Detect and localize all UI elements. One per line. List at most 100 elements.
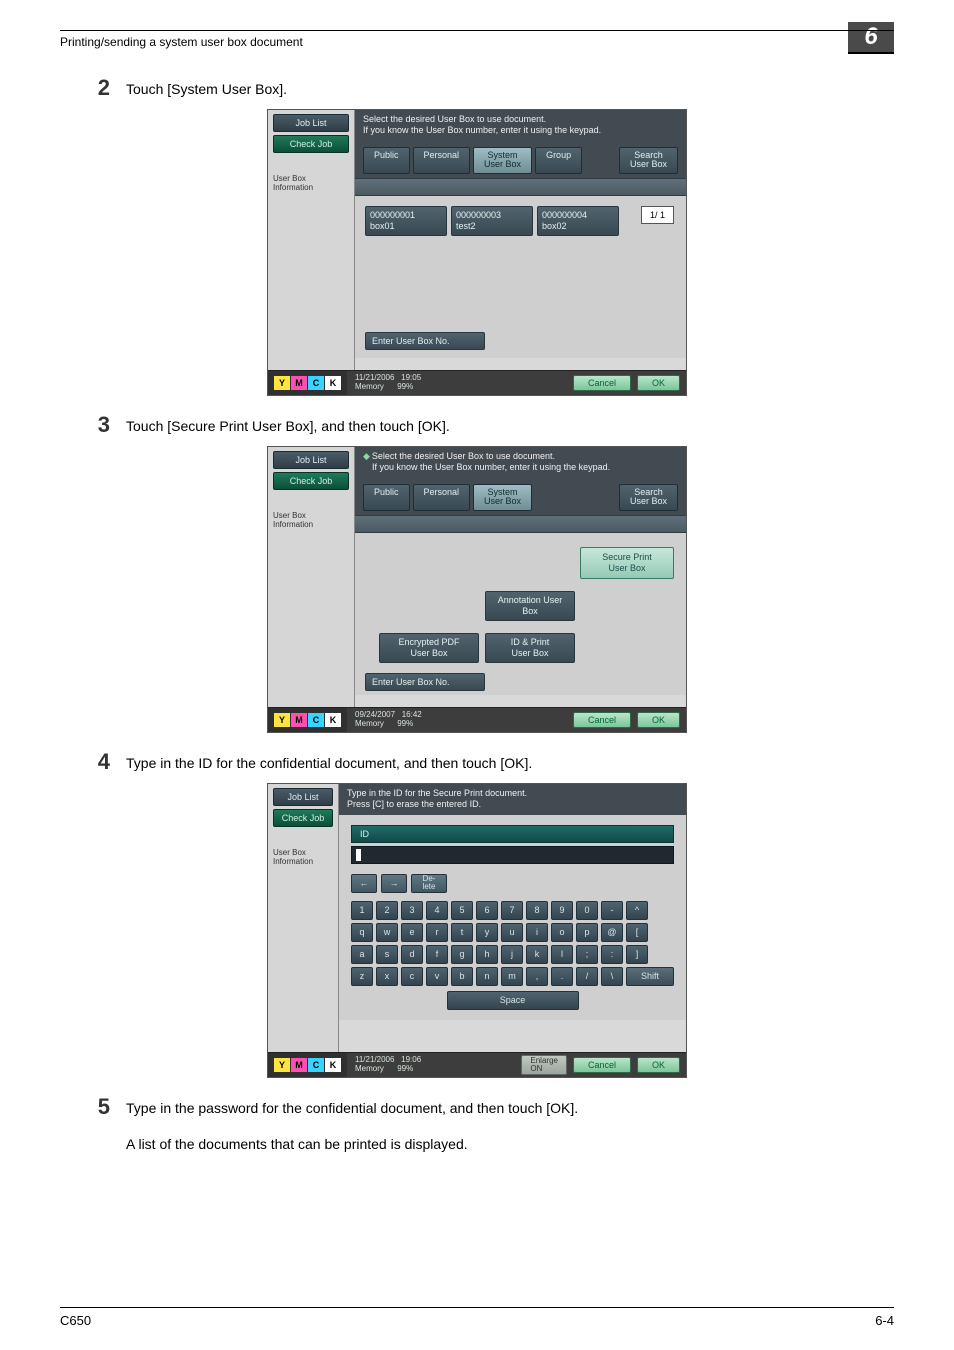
cancel-button[interactable]: Cancel bbox=[573, 1057, 631, 1073]
key-s[interactable]: s bbox=[376, 945, 398, 964]
key-;[interactable]: ; bbox=[576, 945, 598, 964]
key-space[interactable]: Space bbox=[447, 991, 579, 1010]
job-list-button[interactable]: Job List bbox=[273, 788, 333, 806]
key-0[interactable]: 0 bbox=[576, 901, 598, 920]
key-8[interactable]: 8 bbox=[526, 901, 548, 920]
key-n[interactable]: n bbox=[476, 967, 498, 986]
key-5[interactable]: 5 bbox=[451, 901, 473, 920]
key-2[interactable]: 2 bbox=[376, 901, 398, 920]
tab-system[interactable]: System User Box bbox=[473, 484, 532, 512]
key-,[interactable]: , bbox=[526, 967, 548, 986]
key-p[interactable]: p bbox=[576, 923, 598, 942]
tab-public[interactable]: Public bbox=[363, 147, 410, 175]
key-right-arrow[interactable]: → bbox=[381, 874, 407, 893]
shot2-instr1: Select the desired User Box to use docum… bbox=[372, 451, 555, 461]
key-6[interactable]: 6 bbox=[476, 901, 498, 920]
annotation-box[interactable]: Annotation User Box bbox=[485, 591, 575, 621]
key-y[interactable]: y bbox=[476, 923, 498, 942]
key-q[interactable]: q bbox=[351, 923, 373, 942]
footer-right: 6-4 bbox=[875, 1313, 894, 1328]
key-u[interactable]: u bbox=[501, 923, 523, 942]
job-list-button[interactable]: Job List bbox=[273, 114, 349, 132]
tab-personal[interactable]: Personal bbox=[413, 484, 471, 512]
key-i[interactable]: i bbox=[526, 923, 548, 942]
step5-text: Type in the password for the confidentia… bbox=[126, 1096, 578, 1116]
key-o[interactable]: o bbox=[551, 923, 573, 942]
step2-num: 2 bbox=[60, 77, 126, 99]
id-label: ID bbox=[351, 825, 674, 843]
enter-userbox-button[interactable]: Enter User Box No. bbox=[365, 332, 485, 350]
tab-group[interactable]: Group bbox=[535, 147, 582, 175]
key-t[interactable]: t bbox=[451, 923, 473, 942]
page-indicator: 1/ 1 bbox=[641, 206, 674, 224]
key-1[interactable]: 1 bbox=[351, 901, 373, 920]
cancel-button[interactable]: Cancel bbox=[573, 375, 631, 391]
key-h[interactable]: h bbox=[476, 945, 498, 964]
encrypted-pdf-box[interactable]: Encrypted PDF User Box bbox=[379, 633, 479, 663]
tab-search[interactable]: Search User Box bbox=[619, 147, 678, 175]
key-left-arrow[interactable]: ← bbox=[351, 874, 377, 893]
key-:[interactable]: : bbox=[601, 945, 623, 964]
check-job-button[interactable]: Check Job bbox=[273, 472, 349, 490]
step5-sub: A list of the documents that can be prin… bbox=[126, 1126, 894, 1152]
tab-search[interactable]: Search User Box bbox=[619, 484, 678, 512]
key-g[interactable]: g bbox=[451, 945, 473, 964]
step4-text: Type in the ID for the confidential docu… bbox=[126, 751, 532, 771]
check-job-button[interactable]: Check Job bbox=[273, 135, 349, 153]
key-v[interactable]: v bbox=[426, 967, 448, 986]
screenshot-2: Job List Check Job User Box Information … bbox=[267, 446, 687, 733]
tab-personal[interactable]: Personal bbox=[413, 147, 471, 175]
key-b[interactable]: b bbox=[451, 967, 473, 986]
key-a[interactable]: a bbox=[351, 945, 373, 964]
key-l[interactable]: l bbox=[551, 945, 573, 964]
key-.[interactable]: . bbox=[551, 967, 573, 986]
userbox-3[interactable]: 000000004box02 bbox=[537, 206, 619, 236]
ok-button[interactable]: OK bbox=[637, 375, 680, 391]
enter-userbox-button[interactable]: Enter User Box No. bbox=[365, 673, 485, 691]
key-j[interactable]: j bbox=[501, 945, 523, 964]
key-r[interactable]: r bbox=[426, 923, 448, 942]
toner-levels: YMCK bbox=[268, 708, 347, 732]
userbox-info-label: User Box Information bbox=[273, 175, 349, 193]
key-w[interactable]: w bbox=[376, 923, 398, 942]
ok-button[interactable]: OK bbox=[637, 1057, 680, 1073]
key-^[interactable]: ^ bbox=[626, 901, 648, 920]
key-@[interactable]: @ bbox=[601, 923, 623, 942]
key-\[interactable]: \ bbox=[601, 967, 623, 986]
check-job-button[interactable]: Check Job bbox=[273, 809, 333, 827]
key-/[interactable]: / bbox=[576, 967, 598, 986]
key-m[interactable]: m bbox=[501, 967, 523, 986]
step2-text: Touch [System User Box]. bbox=[126, 77, 287, 97]
key-3[interactable]: 3 bbox=[401, 901, 423, 920]
userbox-2[interactable]: 000000003test2 bbox=[451, 206, 533, 236]
key--[interactable]: - bbox=[601, 901, 623, 920]
tab-public[interactable]: Public bbox=[363, 484, 410, 512]
job-list-button[interactable]: Job List bbox=[273, 451, 349, 469]
key-x[interactable]: x bbox=[376, 967, 398, 986]
key-shift[interactable]: Shift bbox=[626, 967, 674, 986]
ok-button[interactable]: OK bbox=[637, 712, 680, 728]
key-f[interactable]: f bbox=[426, 945, 448, 964]
id-print-box[interactable]: ID & Print User Box bbox=[485, 633, 575, 663]
key-e[interactable]: e bbox=[401, 923, 423, 942]
secure-print-box[interactable]: Secure Print User Box bbox=[580, 547, 674, 579]
shot1-instr1: Select the desired User Box to use docum… bbox=[363, 114, 678, 125]
userbox-1[interactable]: 000000001box01 bbox=[365, 206, 447, 236]
step4-num: 4 bbox=[60, 751, 126, 773]
id-input[interactable] bbox=[351, 846, 674, 864]
key-7[interactable]: 7 bbox=[501, 901, 523, 920]
key-d[interactable]: d bbox=[401, 945, 423, 964]
shot2-instr2: If you know the User Box number, enter i… bbox=[363, 462, 678, 473]
cancel-button[interactable]: Cancel bbox=[573, 712, 631, 728]
tab-system[interactable]: System User Box bbox=[473, 147, 532, 175]
toner-levels: YMCK bbox=[268, 371, 347, 395]
key-[[interactable]: [ bbox=[626, 923, 648, 942]
key-][interactable]: ] bbox=[626, 945, 648, 964]
key-c[interactable]: c bbox=[401, 967, 423, 986]
key-4[interactable]: 4 bbox=[426, 901, 448, 920]
key-9[interactable]: 9 bbox=[551, 901, 573, 920]
key-z[interactable]: z bbox=[351, 967, 373, 986]
key-delete[interactable]: De- lete bbox=[411, 874, 447, 893]
key-k[interactable]: k bbox=[526, 945, 548, 964]
enlarge-button[interactable]: Enlarge ON bbox=[521, 1055, 567, 1075]
